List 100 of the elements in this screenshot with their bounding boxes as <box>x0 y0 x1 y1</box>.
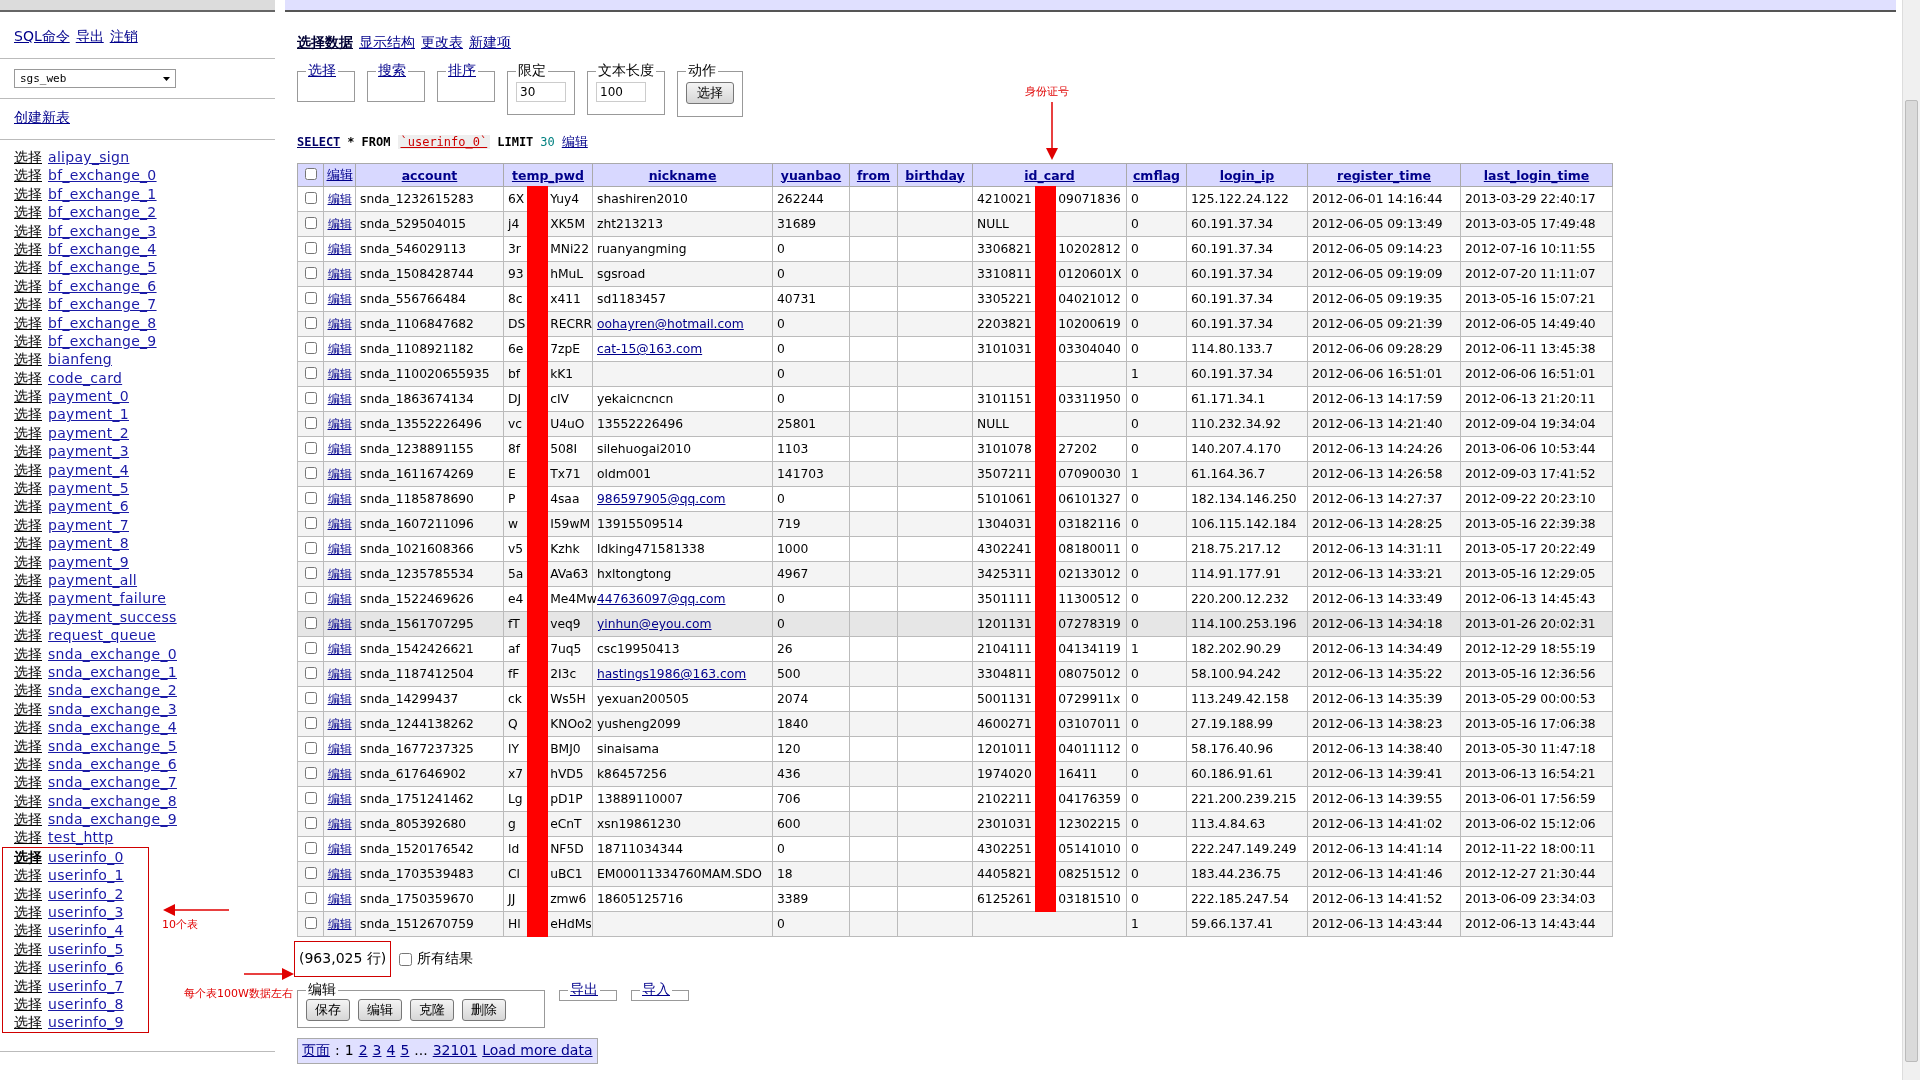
table-list-item[interactable]: 选择 userinfo_3 <box>2 903 149 922</box>
table-link[interactable]: payment_0 <box>48 388 129 405</box>
select-link[interactable]: 选择 <box>14 719 42 736</box>
table-link[interactable]: payment_9 <box>48 553 129 570</box>
checkbox[interactable] <box>304 391 317 404</box>
table-link[interactable]: userinfo_1 <box>48 867 124 884</box>
table-link[interactable]: bf_exchange_6 <box>48 277 157 294</box>
checkbox[interactable] <box>304 167 317 180</box>
table-list-item[interactable]: 选择 snda_exchange_3 <box>14 699 177 719</box>
table-list-item[interactable]: 选择 payment_6 <box>14 497 129 516</box>
select-link[interactable]: 选择 <box>14 700 42 717</box>
table-list-item[interactable]: 选择 bf_exchange_4 <box>14 239 157 259</box>
table-list-item[interactable]: 选择 payment_9 <box>14 552 129 571</box>
table-list-item[interactable]: 选择 snda_exchange_7 <box>14 773 177 792</box>
page-link[interactable]: 2 <box>358 1042 368 1060</box>
select-link[interactable]: 选择 <box>14 185 42 202</box>
table-list-item[interactable]: 选择 bf_exchange_6 <box>14 276 157 296</box>
select-link[interactable]: 选择 <box>14 388 42 405</box>
column-header[interactable]: birthday <box>897 163 973 187</box>
select-link[interactable]: 选择 <box>14 1014 42 1031</box>
select-link[interactable]: 选择 <box>14 259 42 276</box>
column-header[interactable]: from <box>849 163 898 187</box>
table-list-item[interactable]: 选择 userinfo_0 <box>2 846 149 867</box>
column-header[interactable]: register_time <box>1307 163 1461 187</box>
select-link[interactable]: 选择 <box>14 332 42 349</box>
select-button[interactable]: 选择 <box>686 82 734 104</box>
table-link[interactable]: snda_exchange_2 <box>48 682 177 699</box>
table-link[interactable]: payment_failure <box>48 590 167 607</box>
table-list-item[interactable]: 选择 payment_failure <box>14 589 167 608</box>
select-link[interactable]: 选择 <box>14 296 42 313</box>
table-link[interactable]: payment_5 <box>48 480 129 497</box>
table-list-item[interactable]: 选择 request_queue <box>14 626 156 645</box>
table-link[interactable]: bf_exchange_3 <box>48 222 157 239</box>
select-link[interactable]: 选择 <box>14 443 42 460</box>
table-list-item[interactable]: 选择 snda_exchange_1 <box>14 662 177 682</box>
checkbox[interactable] <box>304 566 317 579</box>
table-link[interactable]: payment_4 <box>48 461 129 478</box>
checkbox[interactable] <box>304 591 317 604</box>
table-link[interactable]: snda_exchange_7 <box>48 774 177 791</box>
select-link[interactable]: 选择 <box>14 774 42 791</box>
table-link[interactable]: snda_exchange_3 <box>48 700 177 717</box>
select-link[interactable]: 选择 <box>14 277 42 294</box>
table-link[interactable]: userinfo_3 <box>48 904 124 920</box>
checkbox[interactable] <box>304 866 317 879</box>
table-list-item[interactable]: 选择 bf_exchange_8 <box>14 313 157 332</box>
group-link[interactable]: 选择 <box>308 62 336 78</box>
select-link[interactable]: 选择 <box>14 535 42 552</box>
table-list-item[interactable]: 选择 bf_exchange_5 <box>14 258 157 277</box>
table-list-item[interactable]: 选择 bf_exchange_3 <box>14 221 157 240</box>
select-link[interactable]: 选择 <box>14 811 42 828</box>
action-button[interactable]: 保存 <box>306 999 350 1021</box>
checkbox[interactable] <box>304 216 317 229</box>
checkbox[interactable] <box>304 691 317 704</box>
tab[interactable]: 新建项 <box>469 34 511 52</box>
table-list-item[interactable]: 选择 snda_exchange_4 <box>14 718 177 737</box>
table-link[interactable]: userinfo_8 <box>48 995 124 1012</box>
checkbox[interactable] <box>304 666 317 679</box>
table-link[interactable]: userinfo_6 <box>48 959 124 976</box>
select-link[interactable]: 选择 <box>14 498 42 515</box>
table-link[interactable]: snda_exchange_5 <box>48 737 177 754</box>
column-header[interactable]: 编辑 <box>323 163 356 187</box>
action-button[interactable]: 编辑 <box>358 999 402 1021</box>
table-link[interactable]: userinfo_9 <box>48 1014 124 1031</box>
table-link[interactable]: userinfo_5 <box>48 940 124 957</box>
checkbox[interactable] <box>304 916 317 929</box>
table-list-item[interactable]: 选择 alipay_sign <box>14 148 130 167</box>
select-link[interactable]: 选择 <box>14 369 42 386</box>
tab[interactable]: 更改表 <box>421 34 463 52</box>
table-link[interactable]: bf_exchange_7 <box>48 296 157 313</box>
column-header[interactable]: last_login_time <box>1460 163 1613 187</box>
table-link[interactable]: userinfo_7 <box>48 977 124 994</box>
table-link[interactable]: payment_1 <box>48 406 129 423</box>
table-link[interactable]: bianfeng <box>48 351 112 368</box>
checkbox[interactable] <box>304 316 317 329</box>
select-link[interactable]: 选择 <box>14 351 42 368</box>
select-link[interactable]: 选择 <box>14 792 42 809</box>
table-link[interactable]: snda_exchange_1 <box>48 663 177 680</box>
table-list-item[interactable]: 选择 userinfo_5 <box>2 939 149 959</box>
table-link[interactable]: payment_8 <box>48 535 129 552</box>
checkbox[interactable] <box>304 516 317 529</box>
table-list-item[interactable]: 选择 bf_exchange_2 <box>14 203 157 222</box>
table-link[interactable]: snda_exchange_0 <box>48 645 177 662</box>
checkbox[interactable] <box>304 191 317 204</box>
table-list-item[interactable]: 选择 payment_all <box>14 571 138 590</box>
table-list-item[interactable]: 选择 userinfo_8 <box>2 994 149 1014</box>
action-button[interactable]: 克隆 <box>410 999 454 1021</box>
select-link[interactable]: 选择 <box>14 885 42 902</box>
table-list-item[interactable]: 选择 userinfo_2 <box>2 884 149 903</box>
checkbox[interactable] <box>304 416 317 429</box>
table-list-item[interactable]: 选择 bianfeng <box>14 350 112 369</box>
pager-label[interactable]: 页面 <box>302 1042 330 1060</box>
table-list-item[interactable]: 选择 test_http <box>14 828 114 847</box>
tab[interactable]: 选择数据 <box>297 34 353 52</box>
select-link[interactable]: 选择 <box>14 590 42 607</box>
table-link[interactable]: payment_3 <box>48 443 129 460</box>
table-list-item[interactable]: 选择 payment_0 <box>14 387 129 406</box>
table-list-item[interactable]: 选择 userinfo_4 <box>2 921 149 940</box>
table-list-item[interactable]: 选择 bf_exchange_7 <box>14 295 157 314</box>
select-link[interactable]: 选择 <box>14 424 42 441</box>
select-link[interactable]: 选择 <box>14 959 42 976</box>
